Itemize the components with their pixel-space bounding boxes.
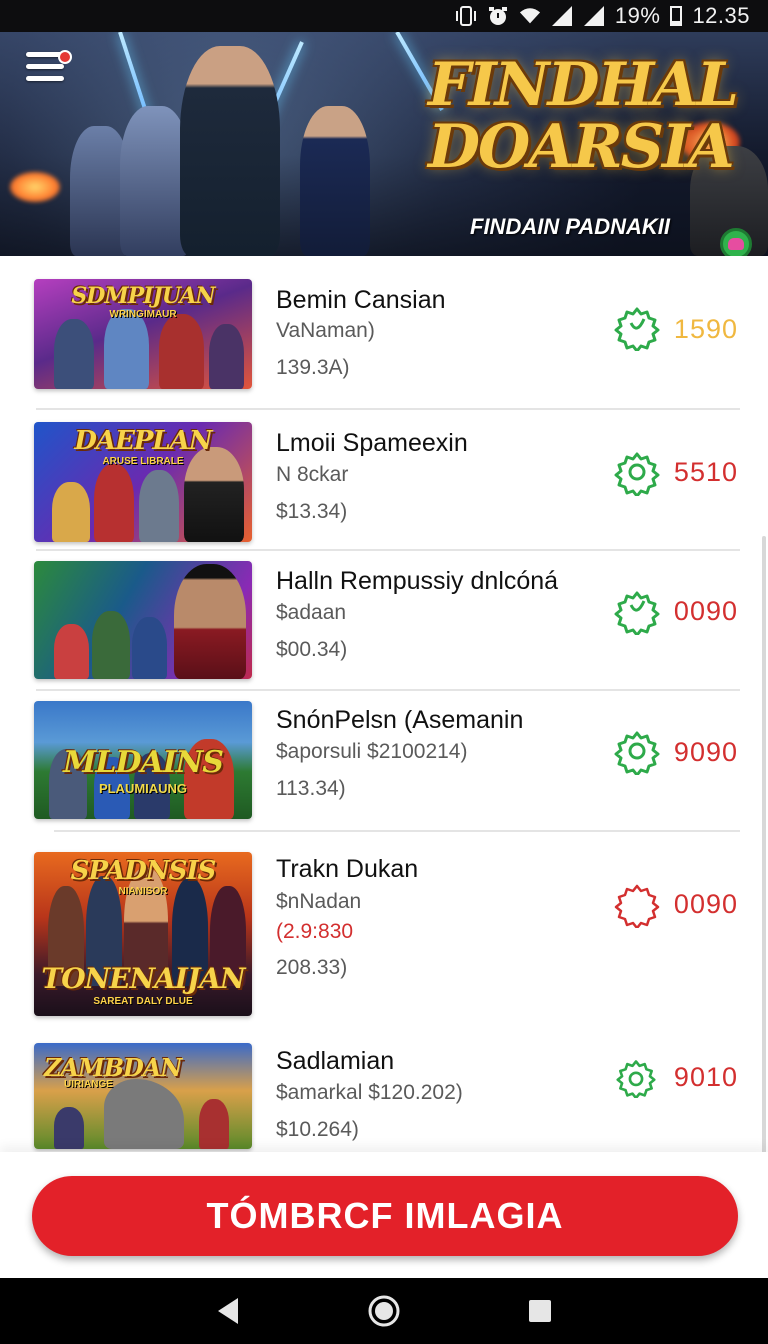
thumbnail-title: DAEPLAN: [74, 426, 212, 456]
settings-gear-icon[interactable]: [614, 305, 660, 351]
system-nav-bar: [0, 1278, 768, 1344]
thumbnail-title-2: TONENAIJAN: [41, 962, 245, 995]
thumbnail-subtitle: PLAUMIAUNG: [98, 781, 188, 796]
signal-icon: [551, 5, 573, 27]
item-price: 113.34): [276, 777, 346, 800]
item-price: $00.34): [276, 638, 348, 661]
settings-gear-icon[interactable]: [614, 589, 660, 635]
item-name: Bemin Cansian: [276, 286, 446, 314]
home-icon: [368, 1295, 400, 1327]
hamburger-menu-icon-bar: [26, 64, 64, 69]
scrollbar[interactable]: [762, 536, 766, 1156]
battery-percent: 19%: [614, 3, 661, 28]
item-value: 9090: [673, 737, 738, 767]
signal-icon-2: [583, 5, 605, 27]
explosion-flare: [10, 172, 60, 202]
settings-gear-icon[interactable]: [614, 450, 660, 496]
item-value: 9010: [673, 1062, 738, 1092]
item-price: 139.3A): [276, 356, 350, 379]
primary-action-button[interactable]: TÓMBRCF IMLAGIA: [32, 1176, 738, 1256]
banner-badge-icon[interactable]: [720, 228, 752, 256]
divider: [36, 549, 740, 551]
banner-subtitle: FINDAIN PADNAKII: [470, 214, 671, 239]
item-name: SnónPelsn (Asemanin: [276, 706, 524, 734]
bottom-action-area: TÓMBRCF IMLAGIA: [0, 1152, 768, 1278]
item-meta: $nNadan: [276, 890, 362, 913]
game-thumbnail[interactable]: DAEPLAN ARUSE LIBRALE: [34, 422, 252, 542]
menu-button[interactable]: [26, 50, 72, 92]
item-name: Lmoii Spameexin: [276, 429, 468, 457]
item-meta: VaNaman): [276, 319, 375, 342]
thumbnail-subtitle: ARUSE LIBRALE: [102, 456, 184, 467]
thumbnail-subtitle: UIRIANGE: [64, 1079, 113, 1090]
hamburger-menu-icon-bar: [26, 76, 64, 81]
thumbnail-title: ZAMBDAN: [44, 1053, 182, 1082]
banner-title: FINDHAL DOARSIA: [428, 50, 739, 182]
item-meta: N 8ckar: [276, 463, 349, 486]
item-meta: $adaan: [276, 601, 347, 624]
thumbnail-title: MLDAINS: [63, 745, 224, 780]
item-name: Sadlamian: [276, 1047, 395, 1075]
back-icon: [218, 1298, 238, 1324]
item-meta-red: (2.9:830: [276, 920, 354, 943]
settings-gear-icon[interactable]: [614, 729, 660, 775]
game-thumbnail[interactable]: SPADNSIS NIANISOR TONENAIJAN SAREAT DALY…: [34, 852, 252, 1016]
battery-icon: [670, 6, 683, 26]
game-thumbnail[interactable]: MLDAINS PLAUMIAUNG: [34, 701, 252, 819]
thumbnail-subtitle: WRINGIMAUR: [109, 309, 177, 320]
thumbnail-title: SPADNSIS: [70, 856, 217, 886]
game-list[interactable]: SDMPIJUAN WRINGIMAUR Bemin Cansian VaNam…: [0, 256, 768, 1156]
item-name: Halln Rempussiy dnlcóná: [276, 567, 559, 595]
item-price: $10.264): [276, 1118, 359, 1141]
wifi-icon: [519, 5, 541, 27]
game-thumbnail[interactable]: SDMPIJUAN WRINGIMAUR: [34, 279, 252, 389]
item-value: 5510: [673, 457, 738, 487]
alarm-icon: [487, 5, 509, 27]
settings-gear-outline-icon[interactable]: [614, 882, 660, 928]
item-name: Trakn Dukan: [276, 855, 419, 883]
item-value: 1590: [673, 314, 738, 344]
game-thumbnail[interactable]: [34, 561, 252, 679]
thumbnail-title: SDMPIJUAN: [71, 283, 215, 309]
divider: [54, 830, 740, 832]
settings-gear-icon[interactable]: [616, 1058, 656, 1098]
item-value: 0090: [673, 889, 738, 919]
vibrate-icon: [455, 5, 477, 27]
heroine-figure: [180, 46, 280, 256]
thumbnail-subtitle: NIANISOR: [118, 886, 168, 897]
item-meta: $amarkal $120.202): [276, 1081, 463, 1104]
thumbnail-subtitle-2: SAREAT DALY DLUE: [93, 996, 193, 1007]
item-price: $13.34): [276, 500, 348, 523]
recents-icon: [529, 1300, 551, 1322]
item-meta: $aporsuli $2100214): [276, 740, 468, 763]
heroine-figure: [300, 106, 370, 256]
status-time: 12.35: [692, 3, 750, 28]
divider: [36, 408, 740, 410]
status-bar: 19% 12.35: [0, 0, 768, 32]
home-button[interactable]: [366, 1293, 402, 1329]
notification-dot: [58, 50, 72, 64]
hero-banner[interactable]: FINDHAL DOARSIA FINDAIN PADNAKII: [0, 32, 768, 256]
item-value: 0090: [673, 596, 738, 626]
back-button[interactable]: [210, 1293, 246, 1329]
recents-button[interactable]: [522, 1293, 558, 1329]
divider: [36, 689, 740, 691]
game-thumbnail[interactable]: ZAMBDAN UIRIANGE: [34, 1043, 252, 1149]
item-price: 208.33): [276, 956, 348, 979]
